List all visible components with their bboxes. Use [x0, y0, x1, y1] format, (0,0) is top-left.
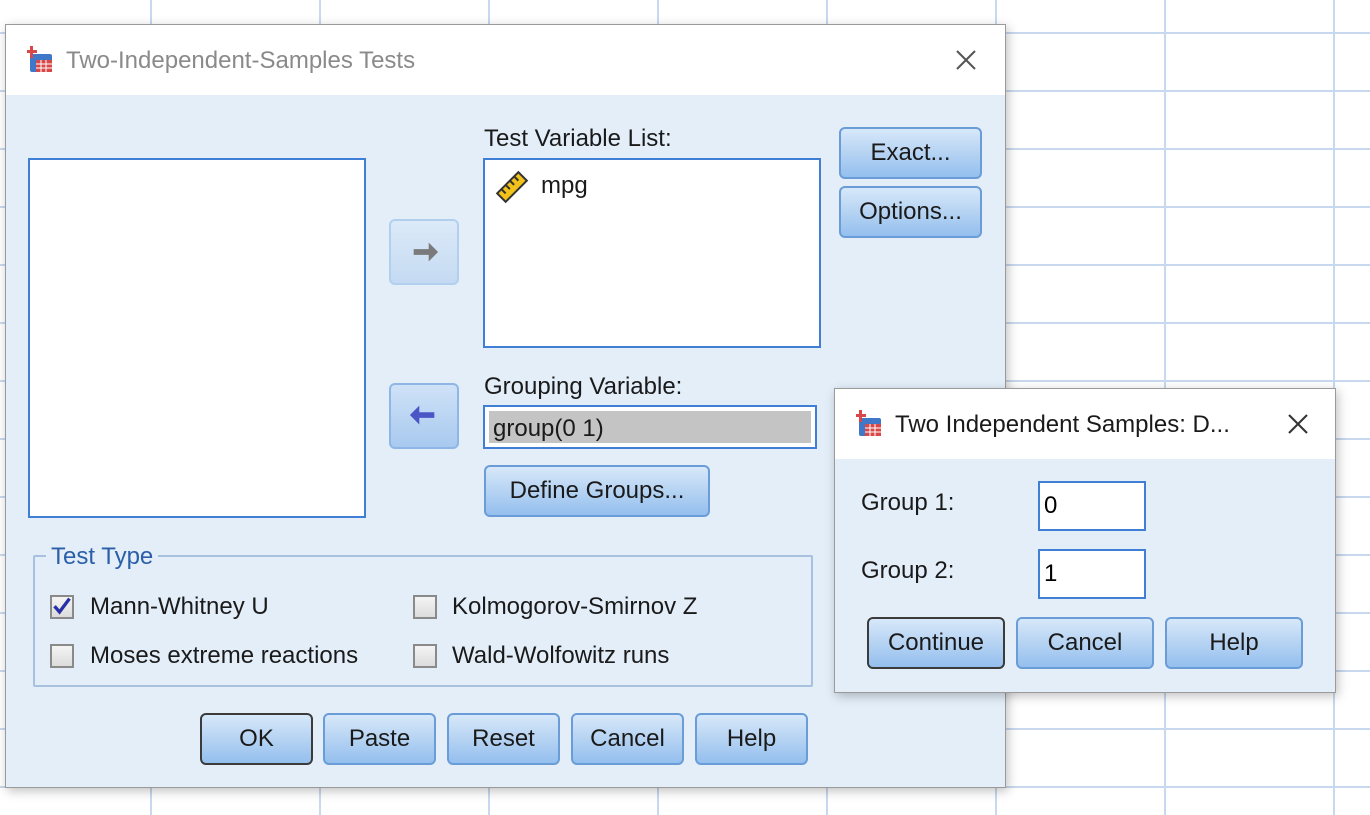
moses-extreme-reactions-label: Moses extreme reactions — [90, 642, 359, 669]
source-variable-list[interactable] — [28, 158, 366, 518]
cancel-button[interactable]: Cancel — [1016, 617, 1154, 669]
main-dialog-title: Two-Independent-Samples Tests — [66, 47, 416, 74]
grouping-variable-label: Grouping Variable: — [484, 373, 683, 400]
close-icon[interactable] — [951, 45, 981, 75]
arrow-left-icon — [409, 405, 435, 425]
ok-button[interactable]: OK — [200, 713, 313, 765]
move-to-grouping-button[interactable] — [389, 383, 459, 449]
continue-button[interactable]: Continue — [867, 617, 1005, 669]
moses-extreme-reactions-checkbox[interactable] — [50, 644, 74, 668]
wald-wolfowitz-label: Wald-Wolfowitz runs — [452, 642, 670, 669]
test-variable-list-label: Test Variable List: — [484, 125, 672, 152]
mann-whitney-label: Mann-Whitney U — [90, 593, 269, 620]
kolmogorov-smirnov-label: Kolmogorov-Smirnov Z — [452, 593, 698, 620]
options-button[interactable]: Options... — [839, 186, 982, 238]
app-icon — [27, 46, 52, 72]
arrow-right-icon — [413, 242, 439, 262]
test-variable-list[interactable]: mpg — [483, 158, 821, 348]
checkmark-icon — [53, 597, 71, 615]
group2-input[interactable] — [1038, 549, 1146, 599]
cancel-button[interactable]: Cancel — [571, 713, 684, 765]
close-icon[interactable] — [1283, 409, 1313, 439]
wald-wolfowitz-checkbox[interactable] — [413, 644, 437, 668]
define-groups-titlebar: Two Independent Samples: D... — [835, 389, 1335, 459]
help-button[interactable]: Help — [1165, 617, 1303, 669]
paste-button[interactable]: Paste — [323, 713, 436, 765]
group2-label: Group 2: — [861, 557, 955, 584]
grouping-variable-value: group(0 1) — [489, 411, 811, 443]
help-button[interactable]: Help — [695, 713, 808, 765]
grouping-variable-field[interactable]: group(0 1) — [483, 405, 817, 449]
test-type-legend: Test Type — [46, 543, 159, 571]
variable-name: mpg — [541, 172, 588, 199]
app-icon — [856, 410, 881, 436]
define-groups-button[interactable]: Define Groups... — [484, 465, 710, 517]
kolmogorov-smirnov-checkbox[interactable] — [413, 595, 437, 619]
define-groups-title: Two Independent Samples: D... — [895, 411, 1230, 438]
mann-whitney-checkbox[interactable] — [50, 595, 74, 619]
define-groups-dialog: Two Independent Samples: D... Group 1: G… — [834, 388, 1336, 693]
move-to-test-list-button[interactable] — [389, 219, 459, 285]
group1-label: Group 1: — [861, 489, 955, 516]
scale-ruler-icon — [495, 170, 529, 204]
group1-input[interactable] — [1038, 481, 1146, 531]
exact-button[interactable]: Exact... — [839, 127, 982, 179]
reset-button[interactable]: Reset — [447, 713, 560, 765]
main-dialog-titlebar: Two-Independent-Samples Tests — [6, 25, 1005, 95]
